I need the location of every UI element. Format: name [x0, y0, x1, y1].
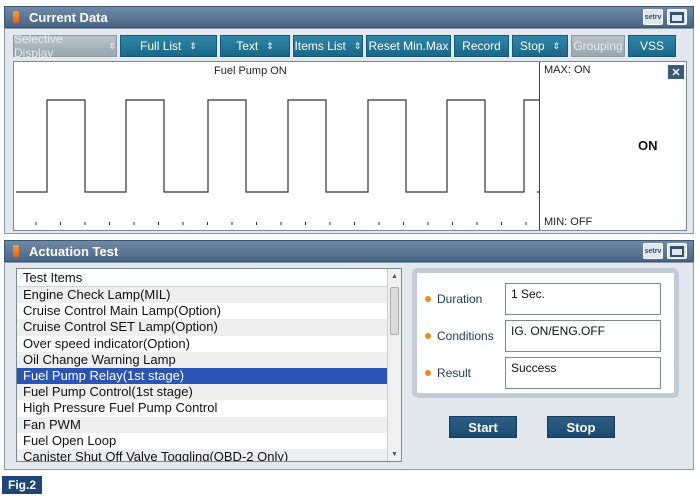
toolbar-button-reset-min-max[interactable]: Reset Min.Max [366, 35, 451, 57]
duration-value: 1 Sec. [505, 283, 661, 315]
toolbar-button-text[interactable]: Text ⇕ [220, 35, 290, 57]
bullet-icon [425, 370, 431, 376]
conditions-row: Conditions [425, 320, 507, 352]
test-info-box: Duration 1 Sec. Conditions IG. ON/ENG.OF… [412, 268, 679, 398]
test-items-list: Test Items Engine Check Lamp(MIL) Cruise … [16, 268, 402, 462]
list-header: Test Items [17, 269, 401, 287]
current-data-title: Current Data [29, 9, 108, 25]
result-row: Result [425, 357, 507, 389]
signal-line [16, 99, 539, 193]
toolbar-button-record[interactable]: Record [454, 35, 509, 57]
dropdown-arrow-icon: ⇕ [353, 40, 362, 51]
test-item[interactable]: Fuel Pump Control(1st stage) [17, 384, 401, 401]
test-item[interactable]: Fuel Pump Relay(1st stage) [17, 367, 401, 385]
result-value: Success [505, 357, 661, 389]
maximize-icon[interactable] [667, 243, 687, 259]
test-item[interactable]: Fan PWM [17, 416, 401, 433]
current-data-header: Current Data setrv [4, 6, 694, 28]
dropdown-arrow-icon: ⇕ [552, 40, 561, 51]
setup-icon[interactable]: setrv [643, 243, 663, 259]
test-item[interactable]: Oil Change Warning Lamp [17, 351, 401, 368]
panel-marker-icon [13, 11, 19, 23]
toolbar-button-selective-display: Selective Display ⇕ [13, 32, 117, 60]
test-item[interactable]: Fuel Open Loop [17, 433, 401, 449]
test-item[interactable]: Cruise Control Main Lamp(Option) [17, 303, 401, 319]
toolbar-button-items-list[interactable]: Items List ⇕ [293, 35, 363, 57]
test-item[interactable]: Canister Shut Off Valve Toggling(OBD-2 O… [17, 448, 401, 461]
scroll-up-icon[interactable]: ▲ [388, 269, 401, 283]
toolbar-button-full-list[interactable]: Full List ⇕ [120, 35, 217, 57]
duration-label: Duration [437, 292, 483, 306]
panel-marker-icon [13, 245, 19, 257]
start-button[interactable]: Start [449, 416, 517, 438]
conditions-label: Conditions [437, 329, 494, 343]
toolbar-button-stop[interactable]: Stop ⇕ [512, 35, 568, 57]
conditions-value: IG. ON/ENG.OFF [505, 320, 661, 352]
toolbar-button-grouping: Grouping [571, 35, 625, 57]
stop-button[interactable]: Stop [547, 416, 615, 438]
duration-row: Duration [425, 283, 507, 315]
dropdown-arrow-icon: ⇕ [266, 40, 274, 51]
bullet-icon [425, 333, 431, 339]
fuel-pump-graph: Fuel Pump ON MAX: ON ON MIN: OFF ✕ [13, 61, 687, 231]
scroll-down-icon[interactable]: ▼ [388, 447, 401, 461]
dropdown-arrow-icon: ⇕ [189, 40, 197, 51]
graph-title: Fuel Pump ON [214, 65, 287, 77]
graph-value-panel: MAX: ON ON MIN: OFF ✕ [539, 62, 687, 230]
close-graph-button[interactable]: ✕ [668, 65, 684, 79]
test-item[interactable]: Engine Check Lamp(MIL) [17, 287, 401, 304]
actuation-test-header: Actuation Test setrv [4, 240, 694, 262]
scroll-thumb[interactable] [390, 287, 399, 335]
min-label: MIN: OFF [544, 216, 593, 228]
bullet-icon [425, 296, 431, 302]
test-item[interactable]: Over speed indicator(Option) [17, 336, 401, 352]
max-label: MAX: ON [544, 64, 591, 76]
test-item[interactable]: High Pressure Fuel Pump Control [17, 400, 401, 416]
signal-plot [16, 99, 539, 225]
result-label: Result [437, 366, 472, 380]
maximize-icon[interactable] [667, 9, 687, 25]
time-ticks [35, 222, 527, 225]
figure-label: Fig.2 [2, 476, 42, 494]
toolbar-button-vss[interactable]: VSS [628, 35, 676, 57]
setup-icon[interactable]: setrv [643, 9, 663, 25]
current-data-toolbar: Selective Display ⇕ Full List ⇕ Text ⇕ Items L… [13, 32, 676, 60]
dropdown-arrow-icon: ⇕ [108, 40, 116, 51]
current-value: ON [638, 138, 658, 153]
actuation-test-title: Actuation Test [29, 243, 119, 259]
list-scrollbar[interactable]: ▲ ▼ [387, 269, 401, 461]
test-item[interactable]: Cruise Control SET Lamp(Option) [17, 319, 401, 336]
